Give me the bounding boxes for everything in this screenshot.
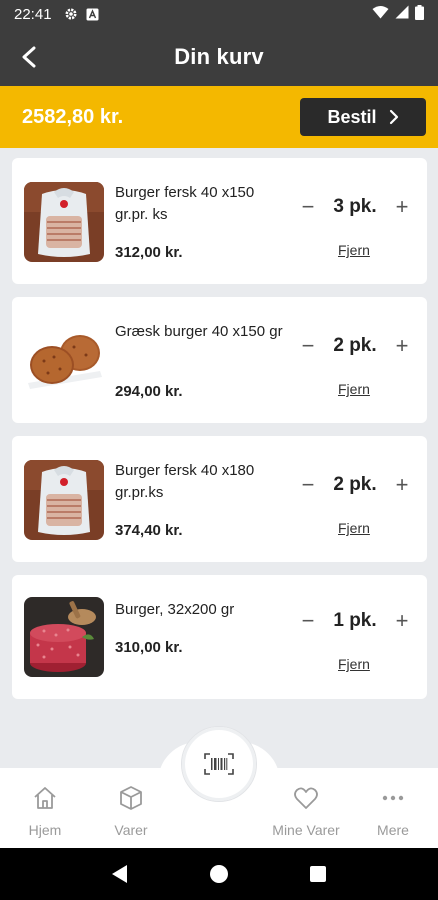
remove-item-link[interactable]: Fjern xyxy=(338,520,370,536)
item-name: Burger, 32x200 gr xyxy=(115,601,235,618)
more-icon xyxy=(379,784,407,812)
status-time: 22:41 xyxy=(14,5,52,23)
a-icon xyxy=(86,7,100,21)
scan-button[interactable] xyxy=(181,726,257,802)
product-image[interactable] xyxy=(24,460,104,540)
cart-item: Græsk burger 40 x150 gr 294,00 kr. − 2 p… xyxy=(12,297,427,423)
product-image[interactable] xyxy=(24,597,104,677)
nav-label: Varer xyxy=(114,822,148,838)
status-bar: 22:41 xyxy=(0,0,438,28)
nav-item-home[interactable]: Hjem xyxy=(0,768,90,848)
remove-item-link[interactable]: Fjern xyxy=(338,656,370,672)
item-price: 310,00 kr. xyxy=(115,639,183,656)
battery-icon xyxy=(415,4,424,24)
decrease-quantity-button[interactable]: − xyxy=(299,334,317,358)
system-home-button[interactable] xyxy=(204,859,234,889)
wifi-icon xyxy=(372,5,389,23)
order-button[interactable]: Bestil xyxy=(300,98,426,136)
signal-icon xyxy=(395,5,409,23)
item-price: 374,40 kr. xyxy=(115,522,183,539)
nav-label: Hjem xyxy=(28,822,62,838)
quantity-value: 2 pk. xyxy=(333,474,377,495)
quantity-stepper: − 2 pk. + xyxy=(299,473,411,497)
box-icon xyxy=(117,784,145,812)
decrease-quantity-button[interactable]: − xyxy=(299,609,317,633)
system-back-button[interactable] xyxy=(105,859,135,889)
increase-quantity-button[interactable]: + xyxy=(393,473,411,497)
system-recents-button[interactable] xyxy=(303,859,333,889)
quantity-value: 1 pk. xyxy=(333,610,377,631)
quantity-stepper: − 2 pk. + xyxy=(299,334,411,358)
back-button[interactable] xyxy=(14,42,44,72)
square-recents-icon xyxy=(310,866,327,882)
cart-item: Burger, 32x200 gr 310,00 kr. − 1 pk. + F… xyxy=(12,575,427,699)
cart-total-bar: 2582,80 kr. Bestil xyxy=(0,86,438,148)
item-price: 312,00 kr. xyxy=(115,244,183,261)
back-arrow-icon xyxy=(22,46,36,68)
decrease-quantity-button[interactable]: − xyxy=(299,473,317,497)
barcode-icon xyxy=(204,753,234,775)
nav-item-more[interactable]: Mere xyxy=(348,768,438,848)
cart-total-amount: 2582,80 kr. xyxy=(22,105,124,128)
heart-icon xyxy=(292,784,320,812)
page-title: Din kurv xyxy=(174,44,264,69)
quantity-value: 3 pk. xyxy=(333,196,377,217)
increase-quantity-button[interactable]: + xyxy=(393,195,411,219)
item-price: 294,00 kr. xyxy=(115,383,183,400)
app-header: Din kurv xyxy=(0,28,438,86)
quantity-stepper: − 3 pk. + xyxy=(299,195,411,219)
quantity-stepper: − 1 pk. + xyxy=(299,609,411,633)
triangle-back-icon xyxy=(111,865,127,883)
gear-icon xyxy=(64,7,78,21)
item-name: Burger fersk 40 x180 gr.pr.ks xyxy=(115,462,255,501)
nav-label: Mine Varer xyxy=(272,822,340,838)
order-button-label: Bestil xyxy=(327,106,377,127)
increase-quantity-button[interactable]: + xyxy=(393,609,411,633)
quantity-value: 2 pk. xyxy=(333,335,377,356)
item-name: Græsk burger 40 x150 gr xyxy=(115,323,283,340)
decrease-quantity-button[interactable]: − xyxy=(299,195,317,219)
nav-label: Mere xyxy=(377,822,409,838)
product-image[interactable] xyxy=(24,182,104,262)
remove-item-link[interactable]: Fjern xyxy=(338,381,370,397)
system-navigation-bar xyxy=(0,848,438,900)
circle-home-icon xyxy=(209,865,228,883)
item-name: Burger fersk 40 x150 gr.pr. ks xyxy=(115,184,255,223)
product-image[interactable] xyxy=(24,321,104,401)
increase-quantity-button[interactable]: + xyxy=(393,334,411,358)
remove-item-link[interactable]: Fjern xyxy=(338,242,370,258)
cart-item: Burger fersk 40 x150 gr.pr. ks 312,00 kr… xyxy=(12,158,427,284)
home-icon xyxy=(31,784,59,812)
cart-item: Burger fersk 40 x180 gr.pr.ks 374,40 kr.… xyxy=(12,436,427,562)
chevron-right-icon xyxy=(389,109,398,125)
